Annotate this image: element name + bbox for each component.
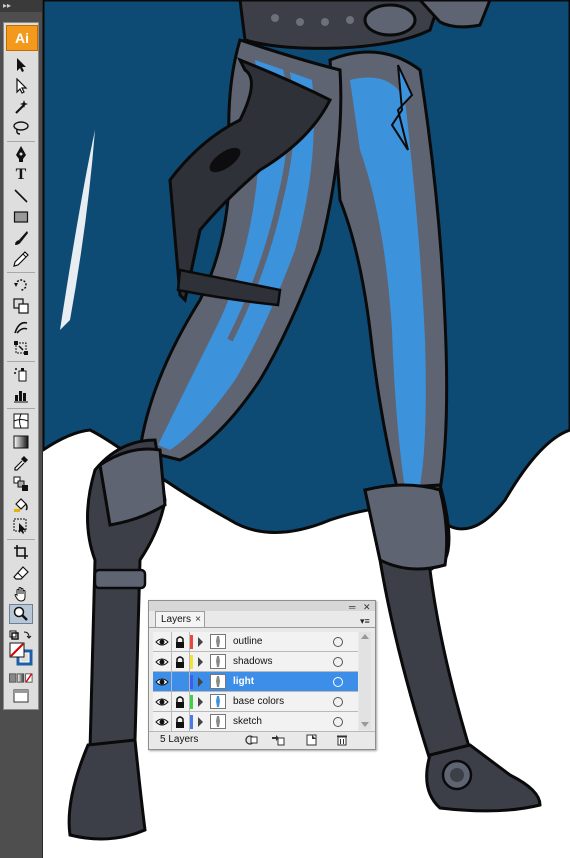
layer-name: outline xyxy=(233,636,263,647)
scroll-down-icon[interactable] xyxy=(361,722,369,727)
symbol-sprayer-tool-icon[interactable] xyxy=(9,364,33,384)
layer-count: 5 Layers xyxy=(160,734,199,745)
fill-stroke-swatch-icon[interactable] xyxy=(9,641,33,667)
make-clipping-mask-icon[interactable] xyxy=(244,734,258,746)
target-circle-icon[interactable] xyxy=(333,717,343,727)
target-circle-icon[interactable] xyxy=(333,697,343,707)
minimize-icon[interactable]: ═ xyxy=(349,602,355,612)
double-chevron-icon: ▸▸ xyxy=(3,1,12,10)
type-tool-icon[interactable]: T xyxy=(9,165,33,185)
pen-tool-icon[interactable] xyxy=(9,144,33,164)
visibility-eye-icon[interactable] xyxy=(155,715,169,729)
tab-layers-label: Layers xyxy=(161,614,192,625)
layer-row[interactable]: sketch xyxy=(153,712,358,732)
direct-selection-tool-icon[interactable] xyxy=(9,76,33,96)
scroll-up-icon[interactable] xyxy=(361,634,369,639)
layer-color-swatch xyxy=(190,715,193,729)
layer-name: sketch xyxy=(233,716,262,727)
target-circle-icon[interactable] xyxy=(333,657,343,667)
layer-thumbnail xyxy=(210,634,226,649)
layer-row[interactable]: base colors xyxy=(153,692,358,712)
expand-triangle-icon[interactable] xyxy=(198,697,203,707)
layer-name: base colors xyxy=(233,696,285,707)
lock-icon[interactable] xyxy=(173,635,187,649)
layers-scrollbar[interactable] xyxy=(359,632,371,730)
layer-name: light xyxy=(233,676,255,687)
layer-row[interactable]: outline xyxy=(153,632,358,652)
layer-thumbnail xyxy=(210,694,226,709)
visibility-eye-icon[interactable] xyxy=(155,695,169,709)
layers-panel: ═ ✕ Layers × ▾≡ outline shadows light base … xyxy=(148,600,376,750)
mesh-tool-icon[interactable] xyxy=(9,411,33,431)
column-graph-tool-icon[interactable] xyxy=(9,385,33,405)
toolbox: Ai T xyxy=(3,22,39,710)
lock-icon[interactable] xyxy=(173,715,187,729)
color-gradient-none-icon[interactable] xyxy=(9,671,33,685)
layer-color-swatch xyxy=(190,655,193,669)
layer-row[interactable]: shadows xyxy=(153,652,358,672)
hand-tool-icon[interactable] xyxy=(9,584,33,604)
eyedropper-tool-icon[interactable] xyxy=(9,453,33,473)
layer-color-swatch xyxy=(190,675,193,689)
live-paint-bucket-tool-icon[interactable] xyxy=(9,495,33,515)
blend-tool-icon[interactable] xyxy=(9,474,33,494)
paintbrush-tool-icon[interactable] xyxy=(9,228,33,248)
magic-wand-tool-icon[interactable] xyxy=(9,97,33,117)
target-circle-icon[interactable] xyxy=(333,677,343,687)
lock-icon[interactable] xyxy=(173,655,187,669)
tab-layers[interactable]: Layers × xyxy=(155,611,205,628)
layer-color-swatch xyxy=(190,635,193,649)
layer-name: shadows xyxy=(233,656,273,667)
tools-panel: ▸▸ Ai T xyxy=(0,0,43,858)
visibility-eye-icon[interactable] xyxy=(155,635,169,649)
panel-titlebar[interactable]: ═ ✕ xyxy=(149,601,375,613)
layers-footer: 5 Layers xyxy=(149,731,375,749)
eraser-tool-icon[interactable] xyxy=(9,563,33,583)
gradient-tool-icon[interactable] xyxy=(9,432,33,452)
crop-area-tool-icon[interactable] xyxy=(9,542,33,562)
close-icon[interactable]: ✕ xyxy=(363,602,371,613)
layer-row[interactable]: light xyxy=(153,672,358,692)
tab-close-icon[interactable]: × xyxy=(195,612,201,628)
create-new-sublayer-icon[interactable] xyxy=(271,734,285,746)
selection-tool-icon[interactable] xyxy=(9,55,33,75)
lock-toggle-empty[interactable] xyxy=(173,675,187,689)
rotate-tool-icon[interactable] xyxy=(9,275,33,295)
scale-tool-icon[interactable] xyxy=(9,296,33,316)
rectangle-tool-icon[interactable] xyxy=(9,207,33,227)
layer-thumbnail xyxy=(210,674,226,689)
create-new-layer-icon[interactable] xyxy=(304,734,318,746)
screen-mode-icon[interactable] xyxy=(9,688,33,704)
panel-menu-icon[interactable]: ▾≡ xyxy=(360,616,372,626)
layer-thumbnail xyxy=(210,654,226,669)
zoom-tool-icon[interactable] xyxy=(9,604,33,624)
line-segment-tool-icon[interactable] xyxy=(9,186,33,206)
target-circle-icon[interactable] xyxy=(333,637,343,647)
expand-triangle-icon[interactable] xyxy=(198,717,203,727)
lasso-tool-icon[interactable] xyxy=(9,118,33,138)
visibility-eye-icon[interactable] xyxy=(155,655,169,669)
free-transform-tool-icon[interactable] xyxy=(9,338,33,358)
layer-color-swatch xyxy=(190,695,193,709)
pencil-tool-icon[interactable] xyxy=(9,249,33,269)
expand-triangle-icon[interactable] xyxy=(198,637,203,647)
warp-tool-icon[interactable] xyxy=(9,317,33,337)
expand-triangle-icon[interactable] xyxy=(198,657,203,667)
layer-thumbnail xyxy=(210,714,226,729)
app-logo: Ai xyxy=(6,25,38,51)
panel-grip[interactable]: ▸▸ xyxy=(0,0,42,12)
expand-triangle-icon[interactable] xyxy=(198,677,203,687)
visibility-eye-icon[interactable] xyxy=(155,675,169,689)
live-paint-selection-tool-icon[interactable] xyxy=(9,516,33,536)
delete-layer-icon[interactable] xyxy=(335,734,349,746)
lock-icon[interactable] xyxy=(173,695,187,709)
